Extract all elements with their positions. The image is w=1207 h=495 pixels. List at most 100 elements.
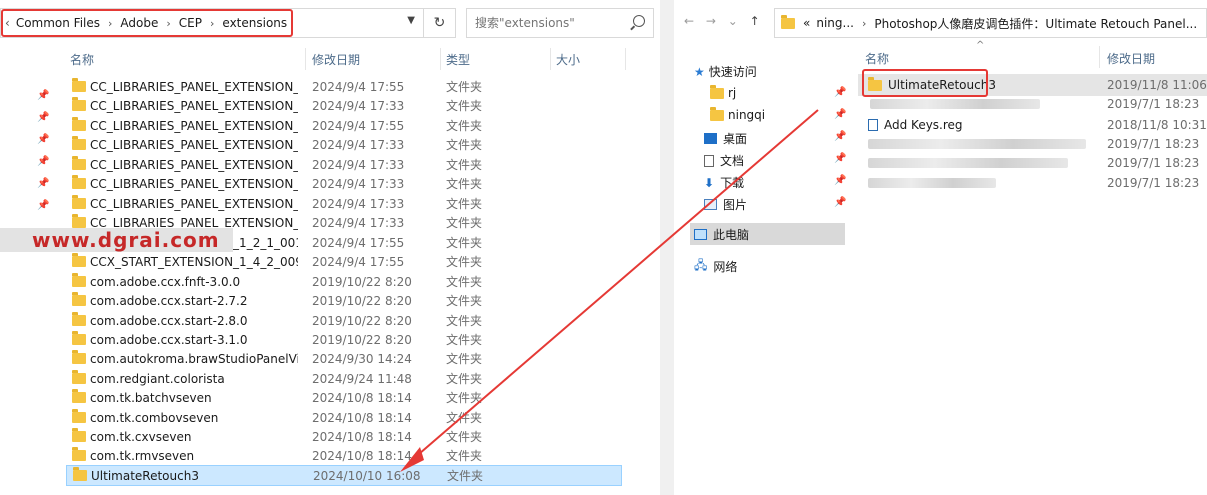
table-row[interactable]: 2019/7/1 18:23 bbox=[862, 173, 1207, 193]
breadcrumb-cep[interactable]: CEP bbox=[179, 16, 202, 30]
tree-item-downloads[interactable]: ⬇ 下载 bbox=[704, 174, 744, 191]
table-row[interactable]: com.redgiant.colorista 2024/9/24 11:48 文件夹 bbox=[66, 369, 622, 388]
file-date: 2024/10/8 18:14 bbox=[312, 390, 412, 405]
file-name: CC_LIBRARIES_PANEL_EXTENSION_2_... bbox=[90, 79, 298, 94]
column-name[interactable]: 名称 bbox=[865, 50, 889, 67]
table-row[interactable]: com.adobe.ccx.fnft-3.0.0 2019/10/22 8:20 文… bbox=[66, 272, 622, 291]
folder-icon bbox=[72, 370, 86, 384]
tree-item-network[interactable]: 🖧 网络 bbox=[694, 256, 737, 277]
file-type: 文件夹 bbox=[446, 430, 483, 444]
folder-icon bbox=[72, 331, 86, 345]
watermark-text: www.dgrai.com bbox=[32, 228, 220, 252]
table-row[interactable]: CC_LIBRARIES_PANEL_EXTENSION_2_... 2024/9… bbox=[66, 77, 622, 96]
tree-item-quick-access[interactable]: ★ 快速访问 bbox=[694, 63, 757, 80]
pin-icon: 📌 bbox=[37, 156, 50, 167]
table-row[interactable]: CC_LIBRARIES_PANEL_EXTENSION_2_... 2024/9… bbox=[66, 135, 622, 154]
table-row[interactable]: com.autokroma.brawStudioPanelVisi... 2024… bbox=[66, 349, 622, 368]
column-divider[interactable] bbox=[625, 48, 626, 70]
breadcrumb-adobe[interactable]: Adobe bbox=[120, 16, 158, 30]
file-name: com.tk.cxvseven bbox=[90, 429, 192, 444]
file-date: 2024/9/4 17:33 bbox=[312, 137, 405, 152]
table-row[interactable]: CCX_START_EXTENSION_1_4_2_009 2024/9/4 17… bbox=[66, 252, 622, 271]
breadcrumb-overflow[interactable]: « bbox=[803, 16, 810, 30]
breadcrumb-common-files[interactable]: Common Files bbox=[16, 16, 100, 30]
column-name[interactable]: 名称 bbox=[70, 51, 94, 68]
column-divider[interactable] bbox=[550, 48, 551, 70]
table-row[interactable]: com.adobe.ccx.start-2.8.0 2019/10/22 8:20… bbox=[66, 311, 622, 330]
column-date[interactable]: 修改日期 bbox=[1107, 50, 1155, 67]
table-row[interactable]: 2019/7/1 18:23 bbox=[862, 153, 1207, 173]
pin-icon: 📌 bbox=[834, 153, 847, 164]
file-type: 文件夹 bbox=[447, 469, 484, 483]
file-date: 2024/10/8 18:14 bbox=[312, 448, 412, 463]
tree-item-ningqi[interactable]: ningqi bbox=[704, 106, 765, 122]
folder-icon bbox=[72, 312, 86, 326]
folder-icon bbox=[73, 467, 87, 481]
file-name: com.adobe.ccx.start-3.1.0 bbox=[90, 332, 248, 347]
table-row-highlighted[interactable]: UltimateRetouch3 2019/11/8 11:06 bbox=[862, 69, 1207, 97]
file-date: 2024/9/4 17:33 bbox=[312, 98, 405, 113]
table-row[interactable]: 2019/7/1 18:23 bbox=[862, 134, 1207, 154]
folder-icon bbox=[72, 195, 86, 209]
table-row[interactable]: com.adobe.ccx.start-3.1.0 2019/10/22 8:20… bbox=[66, 330, 622, 349]
table-row[interactable]: Add Keys.reg 2018/11/8 10:31 bbox=[862, 115, 1207, 135]
table-row[interactable]: com.tk.rmvseven 2024/10/8 18:14 文件夹 bbox=[66, 446, 622, 465]
file-date: 2019/10/22 8:20 bbox=[312, 274, 412, 289]
folder-icon bbox=[72, 253, 86, 267]
file-date: 2024/9/24 11:48 bbox=[312, 371, 412, 386]
breadcrumb-ningqi[interactable]: ning... bbox=[816, 16, 854, 30]
table-row[interactable]: com.adobe.ccx.start-2.7.2 2019/10/22 8:20… bbox=[66, 291, 622, 310]
file-name: com.tk.rmvseven bbox=[90, 448, 195, 463]
back-arrow-icon[interactable]: ← bbox=[684, 14, 694, 28]
tree-item-desktop[interactable]: 桌面 bbox=[704, 130, 747, 147]
pin-icon: 📌 bbox=[37, 112, 50, 123]
tree-item-this-pc[interactable]: 此电脑 bbox=[694, 226, 749, 243]
address-bar[interactable]: ‹ Common Files › Adobe › CEP › extension… bbox=[0, 8, 424, 38]
picture-icon bbox=[704, 199, 717, 210]
file-date: 2019/10/22 8:20 bbox=[312, 293, 412, 308]
recent-dropdown-icon[interactable]: ⌄ bbox=[728, 14, 738, 28]
table-row[interactable]: CC_LIBRARIES_PANEL_EXTENSION_3_... 2024/9… bbox=[66, 194, 622, 213]
file-date: 2019/7/1 18:23 bbox=[1107, 97, 1200, 111]
file-type: 文件夹 bbox=[446, 158, 483, 172]
breadcrumb-extensions[interactable]: extensions bbox=[222, 16, 287, 30]
tree-item-documents[interactable]: 文档 bbox=[704, 152, 744, 169]
column-divider[interactable] bbox=[1099, 46, 1100, 68]
search-box[interactable] bbox=[466, 8, 654, 38]
table-row[interactable]: com.tk.batchvseven 2024/10/8 18:14 文件夹 bbox=[66, 388, 622, 407]
file-date: 2024/9/4 17:55 bbox=[312, 118, 405, 133]
tree-item-pictures[interactable]: 图片 bbox=[704, 196, 747, 213]
table-row[interactable]: 2019/7/1 18:23 bbox=[862, 94, 1207, 114]
refresh-button[interactable]: ↻ bbox=[424, 8, 456, 38]
table-row[interactable]: CC_LIBRARIES_PANEL_EXTENSION_2_... 2024/9… bbox=[66, 174, 622, 193]
table-row-selected[interactable]: UltimateRetouch3 2024/10/10 16:08 文件夹 bbox=[66, 465, 622, 486]
table-row[interactable]: CC_LIBRARIES_PANEL_EXTENSION_2_... 2024/9… bbox=[66, 96, 622, 115]
forward-arrow-icon[interactable]: → bbox=[706, 14, 716, 28]
file-type: 文件夹 bbox=[446, 99, 483, 113]
file-type: 文件夹 bbox=[446, 314, 483, 328]
breadcrumb-plugin-folder[interactable]: Photoshop人像磨皮调色插件：Ultimate Retouch Panel… bbox=[874, 15, 1197, 32]
up-arrow-icon[interactable]: ↑ bbox=[750, 14, 760, 28]
folder-icon bbox=[710, 106, 724, 121]
pin-icon: 📌 bbox=[834, 197, 847, 208]
table-row[interactable]: com.tk.cxvseven 2024/10/8 18:14 文件夹 bbox=[66, 427, 622, 446]
nav-buttons: ← → ⌄ ↑ bbox=[684, 14, 768, 28]
search-input[interactable] bbox=[473, 9, 627, 37]
table-row[interactable]: com.tk.combovseven 2024/10/8 18:14 文件夹 bbox=[66, 408, 622, 427]
tree-item-rj[interactable]: rj bbox=[704, 84, 737, 100]
column-date[interactable]: 修改日期 bbox=[312, 51, 360, 68]
column-divider[interactable] bbox=[305, 48, 306, 70]
blurred-name bbox=[868, 158, 1068, 168]
document-icon bbox=[704, 154, 714, 167]
tree-label: rj bbox=[728, 86, 737, 100]
column-type[interactable]: 类型 bbox=[446, 51, 470, 68]
column-divider[interactable] bbox=[440, 48, 441, 70]
file-name: Add Keys.reg bbox=[884, 118, 963, 132]
file-date: 2024/9/4 17:55 bbox=[312, 79, 405, 94]
address-bar[interactable]: « ning... › Photoshop人像磨皮调色插件：Ultimate R… bbox=[774, 8, 1207, 38]
column-size[interactable]: 大小 bbox=[556, 51, 580, 68]
file-type: 文件夹 bbox=[446, 216, 483, 230]
table-row[interactable]: CC_LIBRARIES_PANEL_EXTENSION_2_... 2024/9… bbox=[66, 116, 622, 135]
table-row[interactable]: CC_LIBRARIES_PANEL_EXTENSION_2_... 2024/9… bbox=[66, 155, 622, 174]
chevron-down-icon[interactable]: ▼ bbox=[407, 15, 415, 26]
